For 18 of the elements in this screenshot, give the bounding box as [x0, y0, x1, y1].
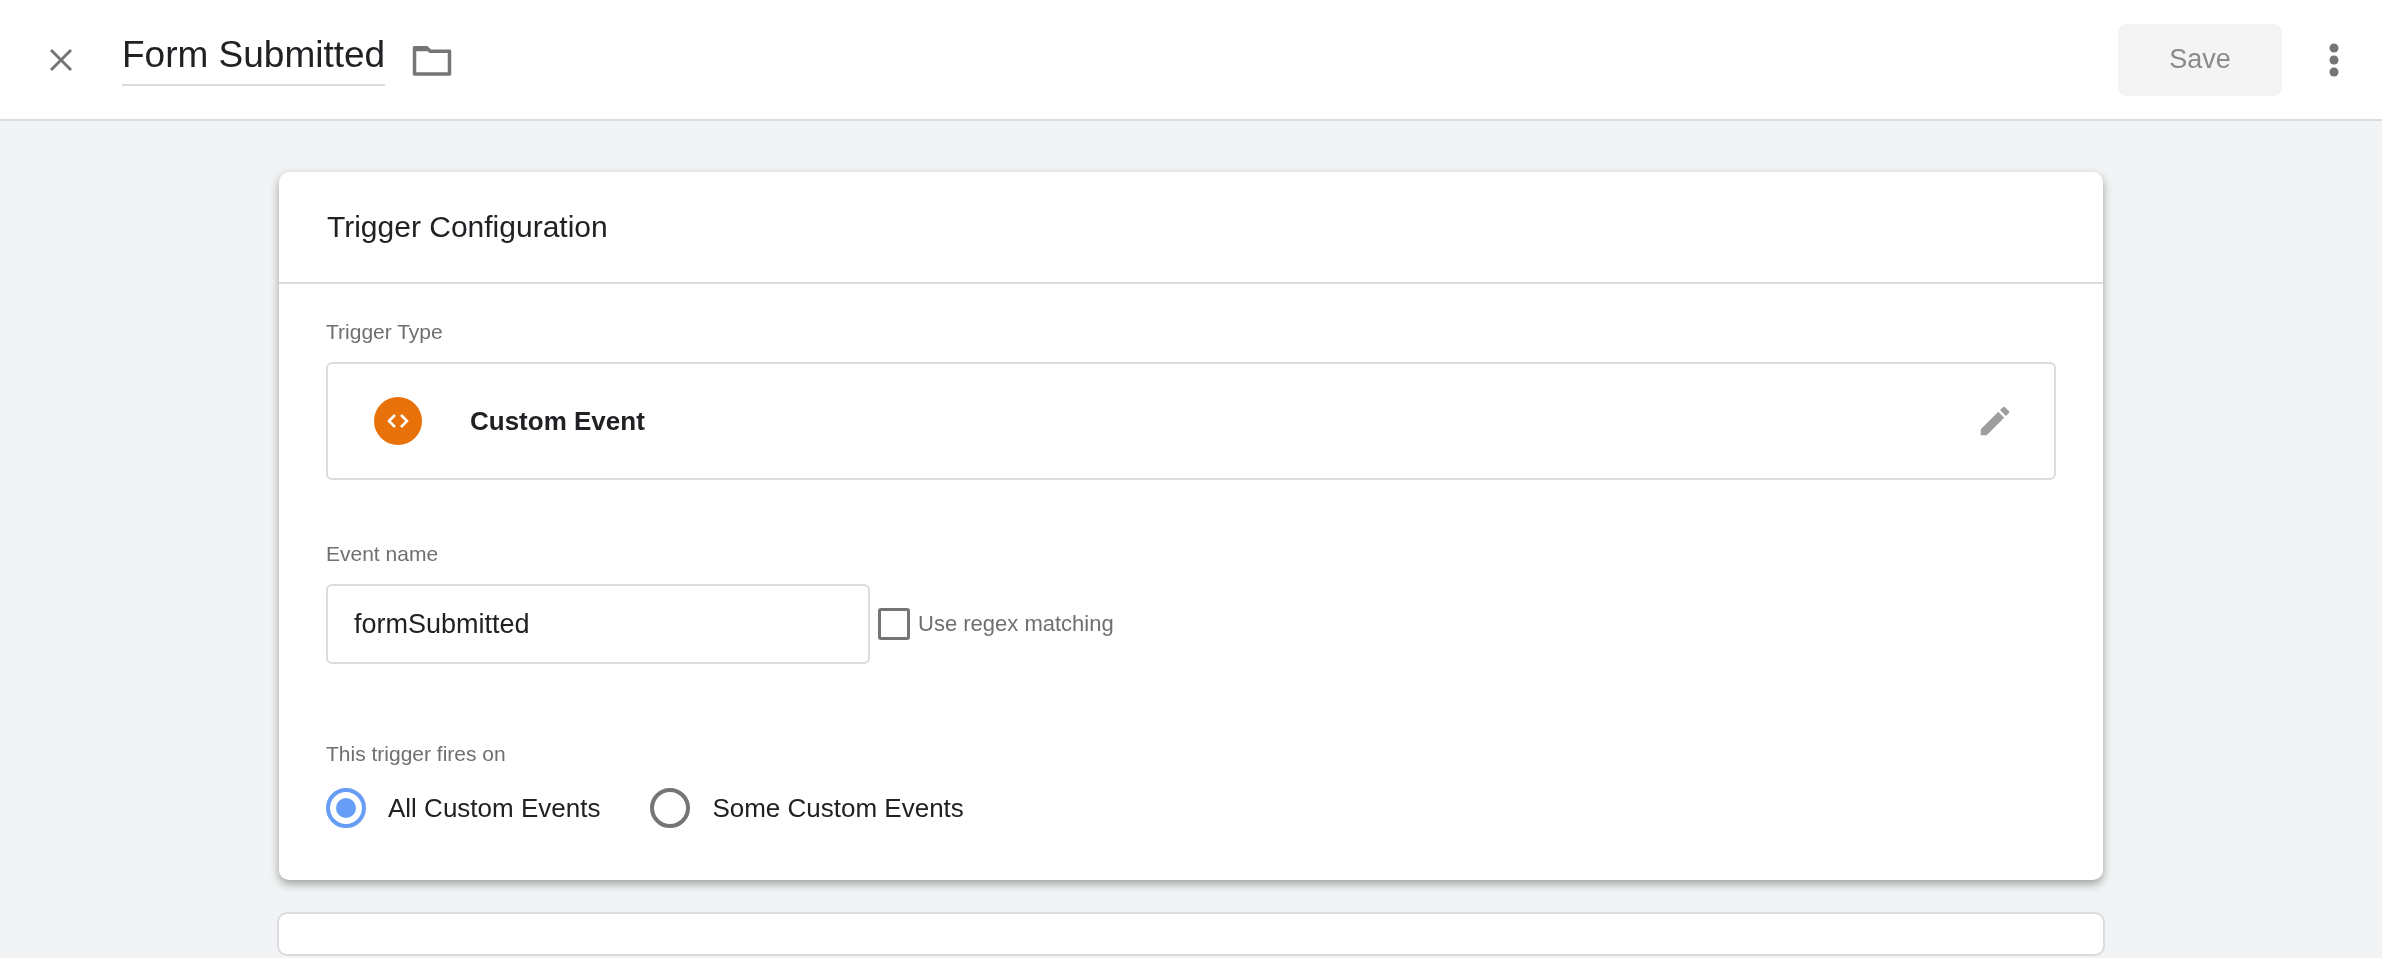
card-title: Trigger Configuration	[279, 172, 2103, 284]
event-name-input[interactable]: formSubmitted	[326, 584, 870, 664]
radio-label: Some Custom Events	[712, 792, 964, 824]
code-icon	[374, 397, 422, 445]
trigger-name-field[interactable]: Form Submitted	[122, 33, 386, 86]
field-label: Trigger Type	[326, 320, 444, 344]
radio-option[interactable]: All Custom Events	[326, 788, 601, 828]
radio-option[interactable]: Some Custom Events	[650, 788, 964, 828]
radio-label: All Custom Events	[388, 792, 601, 824]
trigger-type-selector[interactable]: Custom Event	[326, 362, 2056, 480]
radio-button[interactable]	[650, 788, 691, 828]
trigger-type-name: Custom Event	[470, 405, 645, 437]
checkbox-label: Use regex matching	[918, 611, 1114, 637]
radio-button[interactable]	[326, 788, 366, 828]
regex-checkbox[interactable]	[878, 608, 910, 640]
field-label: Event name	[326, 542, 440, 566]
field-label: This trigger fires on	[326, 742, 507, 766]
more-icon	[2328, 41, 2340, 78]
